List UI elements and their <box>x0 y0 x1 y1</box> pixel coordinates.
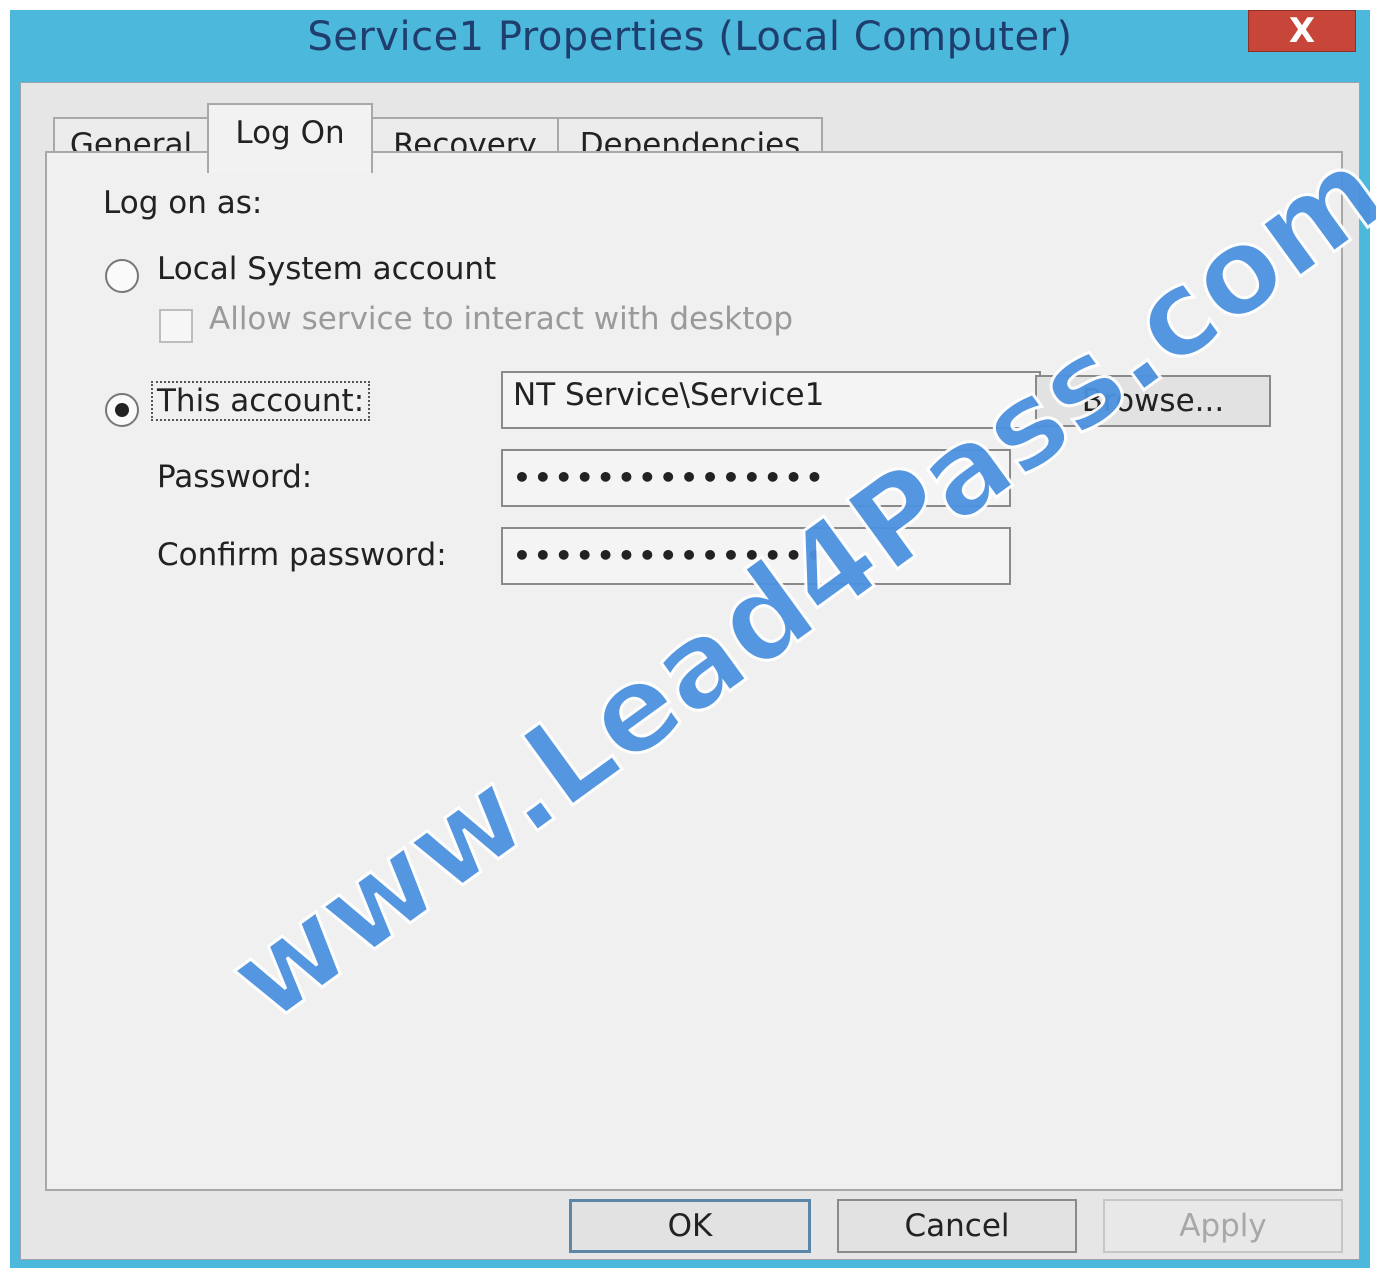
password-label: Password: <box>157 459 313 495</box>
dialog-client-area: General Log On Recovery Dependencies Log… <box>20 82 1360 1260</box>
log-on-as-heading: Log on as: <box>103 185 263 221</box>
window-title: Service1 Properties (Local Computer) <box>307 14 1073 60</box>
browse-button[interactable]: Browse... <box>1035 375 1271 427</box>
log-on-panel: Log on as: Local System account Allow se… <box>45 151 1343 1191</box>
apply-button: Apply <box>1103 1199 1343 1253</box>
local-system-label[interactable]: Local System account <box>157 251 496 287</box>
title-bar: Service1 Properties (Local Computer) X <box>10 10 1370 72</box>
confirm-password-input[interactable]: ••••••••••••••• <box>501 527 1011 585</box>
properties-dialog: Service1 Properties (Local Computer) X G… <box>10 10 1376 1268</box>
this-account-label[interactable]: This account: <box>151 381 371 421</box>
allow-interact-label: Allow service to interact with desktop <box>209 301 794 337</box>
cancel-button[interactable]: Cancel <box>837 1199 1077 1253</box>
ok-button[interactable]: OK <box>569 1199 811 1253</box>
tab-log-on[interactable]: Log On <box>207 103 373 173</box>
close-button[interactable]: X <box>1248 10 1356 52</box>
local-system-radio[interactable] <box>105 259 139 293</box>
account-input[interactable]: NT Service\Service1 <box>501 371 1041 429</box>
password-input[interactable]: ••••••••••••••• <box>501 449 1011 507</box>
allow-interact-checkbox <box>159 309 193 343</box>
this-account-radio[interactable] <box>105 393 139 427</box>
confirm-password-label: Confirm password: <box>157 537 447 573</box>
